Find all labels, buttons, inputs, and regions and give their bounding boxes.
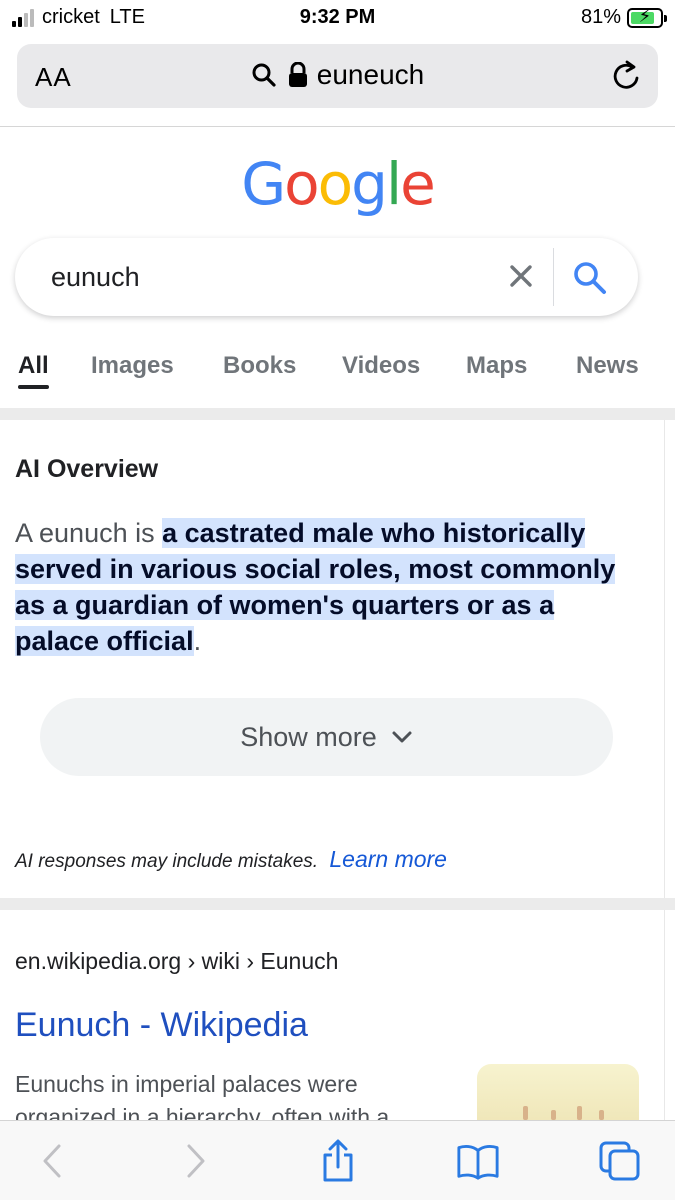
url-text[interactable]: euneuch [317, 59, 424, 91]
result-breadcrumb[interactable]: en.wikipedia.org › wiki › Eunuch [15, 948, 338, 975]
reload-icon[interactable] [612, 60, 642, 92]
tab-videos[interactable]: Videos [342, 352, 420, 380]
chevron-right-icon [187, 1144, 205, 1178]
search-divider [553, 248, 554, 306]
share-icon [323, 1139, 353, 1182]
tab-images[interactable]: Images [91, 352, 174, 380]
address-center[interactable]: euneuch [17, 59, 658, 91]
charging-bolt-icon: ⚡ [638, 5, 652, 26]
header-divider [0, 126, 675, 127]
show-more-label: Show more [240, 721, 377, 752]
battery-percent: 81% [580, 6, 621, 28]
search-button-icon[interactable] [572, 260, 608, 296]
search-tabs: All Images Books Videos Maps News [18, 352, 658, 392]
status-right: 81% ⚡ [580, 5, 667, 29]
forward-button[interactable] [174, 1139, 218, 1183]
tab-news[interactable]: News [576, 352, 639, 380]
address-bar[interactable]: AA euneuch [17, 44, 658, 108]
back-button[interactable] [30, 1139, 74, 1183]
result-title-link[interactable]: Eunuch - Wikipedia [15, 1006, 308, 1045]
tab-books[interactable]: Books [223, 352, 296, 380]
tab-all[interactable]: All [18, 352, 49, 389]
section-separator [0, 408, 675, 420]
result-snippet: Eunuchs in imperial palaces were organiz… [15, 1071, 390, 1124]
learn-more-link[interactable]: Learn more [329, 846, 447, 872]
ai-overview-card [0, 420, 665, 898]
ai-overview-title: AI Overview [15, 455, 159, 483]
tabs-button[interactable] [598, 1139, 642, 1183]
chevron-left-icon [43, 1144, 61, 1178]
tab-maps[interactable]: Maps [466, 352, 527, 380]
bottom-toolbar [0, 1120, 675, 1200]
chevron-down-icon [392, 731, 412, 743]
section-separator [0, 898, 675, 910]
search-box[interactable]: eunuch [15, 238, 638, 316]
search-input[interactable]: eunuch [51, 262, 140, 293]
result-thumbnail[interactable] [477, 1064, 639, 1124]
show-more-button[interactable]: Show more [40, 698, 613, 776]
lock-icon [288, 62, 307, 87]
status-bar: cricket LTE 9:32 PM 81% ⚡ [0, 0, 675, 38]
bookmarks-button[interactable] [456, 1139, 500, 1183]
search-icon [252, 63, 276, 87]
google-logo[interactable]: Google [0, 150, 675, 218]
ai-overview-text: A eunuch is a castrated male who histori… [15, 518, 616, 656]
tabs-icon [599, 1141, 640, 1181]
battery-icon: ⚡ [627, 5, 667, 28]
ai-disclaimer: AI responses may include mistakes. Learn… [15, 846, 447, 872]
clear-icon[interactable] [506, 261, 536, 291]
status-time: 9:32 PM [299, 6, 376, 28]
book-icon [457, 1144, 499, 1180]
share-button[interactable] [316, 1139, 360, 1183]
